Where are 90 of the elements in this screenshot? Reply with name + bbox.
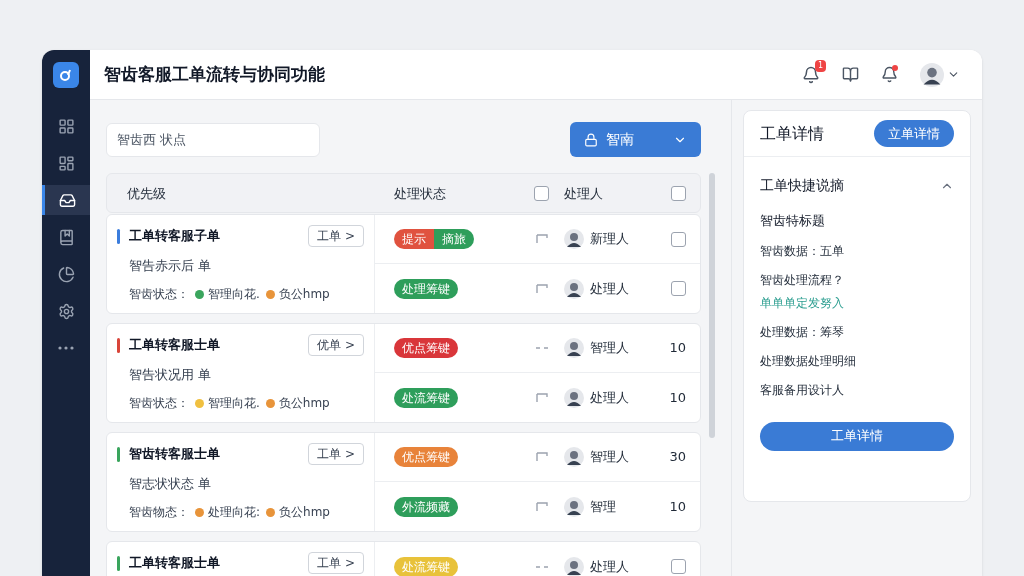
- assignee-name: 智理人: [590, 339, 629, 358]
- meta-text: 智理向花.: [208, 286, 260, 303]
- column-header: 优先级: [127, 186, 166, 201]
- ticket-detail-button[interactable]: 工单详情: [760, 421, 954, 451]
- detail-text: 处理数据处理明细: [760, 352, 857, 370]
- status-pill: 提示: [394, 229, 434, 249]
- flag-icon: [535, 392, 548, 403]
- ticket-tag-button[interactable]: 优单 >: [308, 334, 364, 356]
- assignee-name: 新理人: [590, 230, 629, 249]
- avatar-icon: [564, 387, 584, 408]
- ticket-tag-button[interactable]: 工单 >: [308, 552, 364, 574]
- inbox-icon: [59, 191, 76, 209]
- ticket-title: 智齿转客服士单: [129, 445, 221, 464]
- status-pill: 外流频藏: [394, 496, 458, 517]
- settings-icon: [57, 302, 75, 320]
- flag-icon: [535, 234, 548, 244]
- detail-text: 智齿处理流程？: [760, 271, 845, 289]
- status-pill: 优点筹键: [394, 447, 458, 467]
- assignee-name: 处理人: [590, 279, 629, 298]
- ticket-subtitle: 智告赤示后 单: [128, 257, 213, 276]
- meta-text: 负公hmp: [279, 504, 330, 521]
- meta-label: 智齿状态：: [129, 395, 189, 412]
- pie-chart-icon: [57, 265, 75, 283]
- ticket-subtitle: 智告状况用 单: [128, 366, 213, 385]
- checkbox[interactable]: [671, 559, 686, 574]
- checkbox[interactable]: [671, 185, 686, 201]
- book-icon[interactable]: [842, 66, 859, 83]
- status-pill: 处流筹键: [394, 387, 458, 408]
- meta-text: 处理向花:: [208, 504, 261, 521]
- checkbox[interactable]: [534, 185, 549, 201]
- checkbox[interactable]: [671, 281, 686, 296]
- avatar-icon: [564, 278, 584, 299]
- status-pill: 处理筹键: [394, 278, 458, 299]
- section-title: 工单快捷说摘: [760, 176, 844, 195]
- dash-icon: [534, 564, 549, 569]
- ticket-title: 工单转客服士单: [129, 554, 221, 573]
- avatar-icon: [564, 338, 584, 358]
- meta-label: 智齿状态：: [129, 286, 189, 303]
- ticket-title: 工单转客服子单: [129, 227, 221, 246]
- more-icon: [58, 346, 74, 350]
- status-pill: 摘旅: [434, 229, 474, 249]
- flag-icon: [535, 452, 548, 462]
- count-text: 10: [669, 388, 686, 407]
- scrollbar-thumb[interactable]: [709, 173, 715, 438]
- meta-text: 智理向花.: [208, 395, 260, 412]
- count-text: 10: [669, 497, 686, 516]
- ticket-tag-button[interactable]: 工单 >: [308, 443, 364, 465]
- notification-icon[interactable]: [802, 65, 820, 84]
- count-text: 10: [669, 339, 686, 358]
- detail-button[interactable]: 立单详情: [874, 120, 954, 147]
- column-header: 处理状态: [394, 186, 446, 201]
- assignee-name: 智理人: [590, 448, 629, 467]
- status-pill: 优点筹键: [394, 338, 458, 358]
- notification-badge: 1: [814, 59, 826, 72]
- assignee-name: 智理: [590, 497, 616, 516]
- user-avatar-icon[interactable]: [920, 62, 944, 87]
- detail-text: 客服备用设计人: [760, 381, 845, 399]
- app-logo-icon: [53, 62, 79, 88]
- count-text: 30: [669, 448, 686, 467]
- assignee-name: 处理人: [590, 388, 629, 407]
- sidebar-item[interactable]: [42, 185, 90, 215]
- ticket-subtitle: 智志状状态 单: [128, 475, 213, 494]
- avatar-icon: [564, 496, 584, 517]
- lock-icon: [584, 132, 598, 147]
- meta-text: 负公hmp: [278, 395, 330, 412]
- detail-link[interactable]: 单单单定发努入: [760, 293, 954, 312]
- section-heading: 智齿特标题: [760, 212, 826, 230]
- dashboard-icon: [57, 154, 75, 172]
- filter-dropdown[interactable]: 智南: [570, 122, 701, 157]
- dash-icon: [534, 346, 549, 350]
- meta-label: 智齿物态：: [129, 504, 189, 521]
- detail-text: 处理数据：筹琴: [760, 323, 845, 341]
- book-icon: [57, 228, 75, 246]
- flag-icon: [535, 283, 548, 294]
- checkbox[interactable]: [671, 231, 686, 247]
- panel-title: 工单详情: [760, 122, 824, 145]
- avatar-icon: [564, 447, 584, 467]
- meta-text: 负公hmp: [278, 286, 330, 303]
- grid-icon: [57, 117, 75, 135]
- status-pill: 处流筹键: [394, 556, 458, 576]
- bell-icon[interactable]: [881, 66, 898, 83]
- flag-icon: [535, 501, 548, 512]
- ticket-tag-button[interactable]: 工单 >: [308, 225, 364, 247]
- column-header: 处理人: [564, 186, 603, 201]
- ticket-title: 工单转客服士单: [129, 336, 221, 355]
- assignee-name: 处理人: [590, 557, 629, 576]
- avatar-icon: [564, 229, 584, 249]
- detail-text: 智齿数据：五单: [760, 242, 845, 260]
- app-title: 智齿客服工单流转与协同功能: [104, 62, 326, 86]
- search-field[interactable]: 智齿西 状点: [106, 122, 320, 157]
